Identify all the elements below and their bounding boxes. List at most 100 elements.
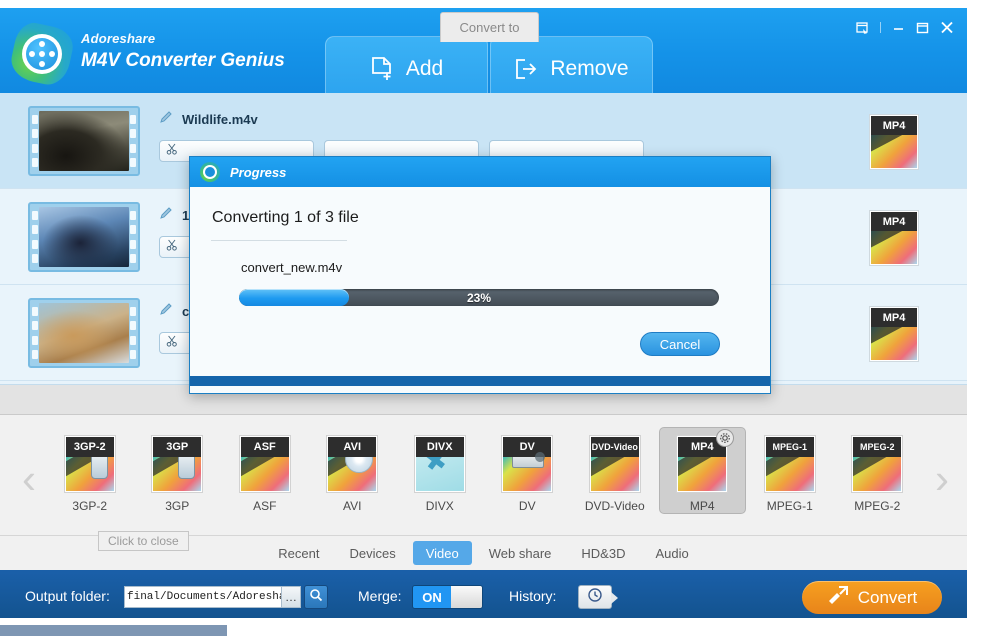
dialog-body: Converting 1 of 3 file convert_new.m4v 2… (190, 187, 770, 386)
convert-button[interactable]: Convert (802, 581, 942, 614)
dialog-title-bar: Progress (190, 157, 770, 187)
tab-web-share[interactable]: Web share (476, 541, 565, 565)
output-format-badge[interactable]: MP4 (869, 306, 919, 362)
merge-toggle-knob (451, 586, 482, 608)
tab-devices[interactable]: Devices (336, 541, 408, 565)
add-file-icon (370, 56, 394, 82)
format-tag: MPEG-2 (853, 437, 902, 457)
format-tag: 3GP-2 (65, 437, 114, 457)
edit-pencil-icon[interactable] (159, 206, 174, 224)
format-strip: 3GP-2 3GP-2 3GP 3GP ASF ASF AVI AVI DIVX… (46, 427, 921, 514)
carousel-next-arrow[interactable]: › (927, 457, 957, 501)
brand-product: M4V Converter Genius (81, 50, 285, 71)
merge-toggle-state: ON (413, 586, 451, 608)
dialog-heading: Converting 1 of 3 file (212, 209, 359, 226)
tab-hd-3d[interactable]: HD&3D (568, 541, 638, 565)
open-folder-button[interactable] (304, 585, 328, 609)
format-carousel: ‹ › 3GP-2 3GP-2 3GP 3GP ASF ASF AVI AVI … (0, 415, 967, 536)
cancel-button[interactable]: Cancel (640, 332, 720, 356)
dialog-footer (190, 376, 770, 386)
output-format-label: MP4 (871, 308, 917, 327)
convert-button-label: Convert (857, 587, 918, 607)
format-label: MPEG-2 (854, 499, 901, 513)
format-item-mpeg-1[interactable]: MPEG-1 MPEG-1 (746, 427, 834, 514)
history-button[interactable] (578, 585, 618, 609)
taskbar-strip (0, 625, 227, 636)
format-label: 3GP (165, 499, 190, 513)
format-item-divx[interactable]: DIVX DIVX (396, 427, 484, 514)
format-label: ASF (253, 499, 277, 513)
merge-toggle[interactable]: ON (412, 585, 483, 609)
format-label: DV (518, 499, 536, 513)
scissors-icon (166, 238, 178, 256)
minimize-icon[interactable] (892, 22, 905, 34)
remove-button[interactable]: Remove (490, 36, 653, 101)
edit-pencil-icon[interactable] (159, 110, 174, 128)
format-item-dvd-video[interactable]: DVD-Video DVD-Video (571, 427, 659, 514)
browse-folder-button[interactable]: … (281, 586, 301, 608)
format-tag: 3GP (153, 437, 202, 457)
file-name-label: Wildlife.m4v (182, 111, 258, 127)
close-icon[interactable] (940, 21, 954, 34)
edit-pencil-icon[interactable] (159, 302, 174, 320)
gear-icon[interactable] (716, 429, 735, 447)
clock-icon (587, 587, 603, 608)
convert-arrow-icon (827, 585, 849, 610)
maximize-icon[interactable] (916, 22, 929, 34)
format-item-avi[interactable]: AVI AVI (309, 427, 397, 514)
format-item-3gp2[interactable]: 3GP-2 3GP-2 (46, 427, 134, 514)
merge-label: Merge: (358, 588, 402, 604)
format-tag: AVI (328, 437, 377, 457)
format-tag: ASF (240, 437, 289, 457)
format-tag: MPEG-1 (765, 437, 814, 457)
application-window: Adoreshare M4V Converter Genius Add Remo… (0, 0, 981, 636)
dialog-logo-icon (200, 162, 220, 182)
click-to-close-tooltip: Click to close (98, 531, 189, 551)
history-label: History: (509, 588, 557, 604)
bottom-toolbar: Output folder: final/Documents/Adoreshar… (0, 570, 967, 618)
output-format-badge[interactable]: MP4 (869, 210, 919, 266)
video-thumbnail (28, 298, 140, 368)
scissors-icon (166, 334, 178, 352)
format-item-asf[interactable]: ASF ASF (221, 427, 309, 514)
format-label: MP4 (689, 499, 715, 513)
file-name-row: c (159, 302, 189, 320)
format-label: 3GP-2 (72, 499, 108, 513)
carousel-prev-arrow[interactable]: ‹ (14, 457, 44, 501)
brand-company: Adoreshare (81, 31, 156, 46)
format-item-3gp[interactable]: 3GP 3GP (134, 427, 222, 514)
output-folder-label: Output folder: (25, 588, 110, 604)
search-icon (309, 588, 323, 607)
output-folder-input[interactable]: final/Documents/Adoreshare (124, 586, 284, 608)
divider (211, 240, 347, 241)
format-label: DIVX (425, 499, 454, 513)
file-name-row: Wildlife.m4v (159, 110, 258, 128)
convert-to-tab[interactable]: Convert to (440, 12, 539, 42)
format-label: DVD-Video (584, 499, 645, 513)
progress-dialog: Progress Converting 1 of 3 file convert_… (189, 156, 771, 394)
remove-file-icon (514, 57, 538, 81)
progress-percent-label: 23% (466, 290, 492, 305)
format-item-mpeg-2[interactable]: MPEG-2 MPEG-2 (834, 427, 922, 514)
app-logo-icon (7, 19, 77, 89)
converting-file-name: convert_new.m4v (241, 260, 343, 275)
remove-button-label: Remove (550, 57, 629, 80)
format-item-dv[interactable]: DV DV (484, 427, 572, 514)
output-format-badge[interactable]: MP4 (869, 114, 919, 170)
tab-recent[interactable]: Recent (265, 541, 332, 565)
scissors-icon (166, 142, 178, 160)
tab-video[interactable]: Video (412, 541, 472, 565)
output-format-label: MP4 (871, 116, 917, 135)
file-name-row: 1 (159, 206, 189, 224)
add-button-label: Add (405, 57, 444, 80)
add-button[interactable]: Add (325, 36, 488, 101)
skin-icon[interactable] (856, 21, 869, 34)
format-tag: DVD-Video (590, 437, 639, 457)
tab-audio[interactable]: Audio (642, 541, 701, 565)
dialog-title-label: Progress (230, 164, 287, 180)
format-item-mp4[interactable]: MP4 MP4 (658, 427, 747, 514)
format-label: AVI (343, 499, 362, 513)
divider (880, 22, 881, 33)
progress-bar: 23% (239, 289, 719, 306)
brand: Adoreshare M4V Converter Genius (81, 30, 285, 73)
